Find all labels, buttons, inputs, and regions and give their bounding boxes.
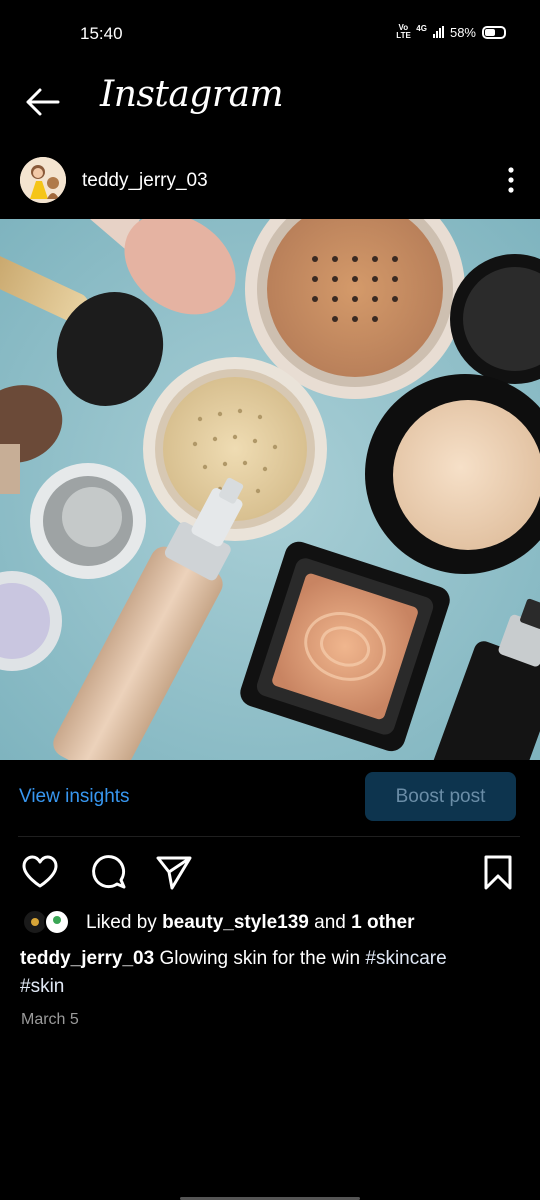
post-username[interactable]: teddy_jerry_03 [82, 170, 208, 192]
battery-percent: 58% [449, 24, 476, 40]
battery-fill [485, 28, 495, 36]
divider [18, 836, 520, 837]
bookmark-icon[interactable] [478, 852, 518, 892]
liker-avatar-icon [31, 918, 39, 926]
more-vertical-icon[interactable] [504, 166, 518, 194]
send-icon[interactable] [154, 852, 194, 892]
likes-text[interactable]: Liked by beauty_style139 and 1 other [86, 912, 415, 934]
likes-row: Liked by beauty_style139 and 1 other [0, 906, 540, 940]
heart-icon[interactable] [20, 852, 60, 892]
post-header: teddy_jerry_03 [0, 150, 540, 214]
post-date: March 5 [21, 1011, 79, 1028]
app-header: Instagram [0, 68, 540, 134]
status-time: 15:40 [80, 24, 123, 43]
view-insights-link[interactable]: View insights [19, 786, 130, 808]
caption-text: Glowing skin for the win [159, 948, 361, 969]
battery-icon [482, 25, 506, 39]
caption-username[interactable]: teddy_jerry_03 [20, 948, 154, 969]
hashtag-skin[interactable]: #skin [20, 976, 64, 997]
insights-row: View insights Boost post [0, 770, 540, 826]
likes-connector: and [314, 912, 346, 933]
user-avatar[interactable] [20, 157, 66, 203]
post-image[interactable] [0, 219, 540, 760]
likes-prefix: Liked by [86, 912, 157, 933]
liker-avatar-2[interactable] [44, 909, 70, 935]
status-indicators: Vo LTE 4G 58% [396, 24, 506, 40]
volte-icon: Vo LTE [396, 23, 411, 40]
post-caption: teddy_jerry_03 Glowing skin for the win … [20, 945, 520, 1001]
avatar-illustration [20, 157, 66, 203]
arrow-left-icon[interactable] [22, 84, 62, 120]
network-type-label: 4G [416, 23, 427, 33]
comment-icon[interactable] [88, 852, 128, 892]
boost-post-button[interactable]: Boost post [365, 772, 516, 821]
makeup-photo [0, 219, 540, 760]
liker-username[interactable]: beauty_style139 [162, 912, 309, 933]
signal-icon [432, 26, 444, 38]
instagram-logo: Instagram [100, 74, 284, 115]
post-actions [0, 848, 540, 896]
hashtag-skincare[interactable]: #skincare [365, 948, 446, 969]
likes-others[interactable]: 1 other [351, 912, 414, 933]
status-bar: 15:40 Vo LTE 4G 58% [0, 0, 540, 68]
liker-avatar-2-icon [53, 916, 61, 924]
